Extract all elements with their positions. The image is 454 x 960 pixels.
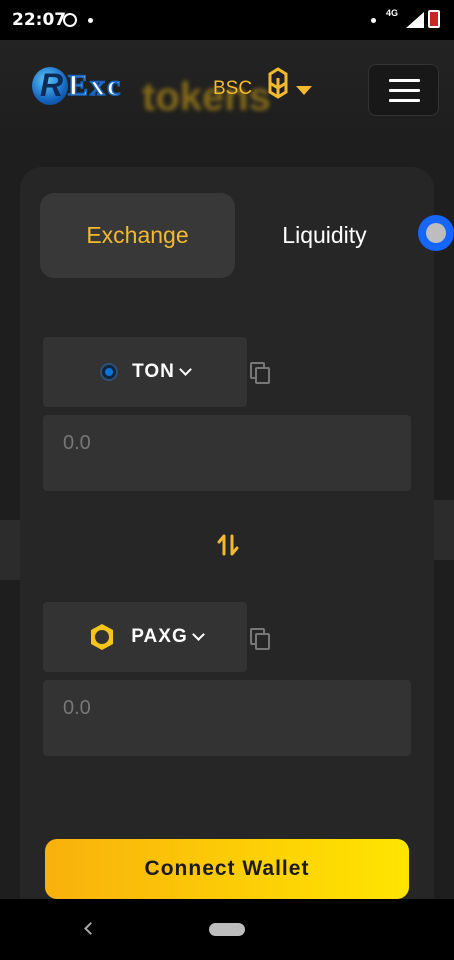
signal-icon: [406, 12, 424, 28]
network-type-label: 4G: [386, 8, 399, 18]
hamburger-line: [389, 79, 420, 82]
status-bar: 22:07 4G: [0, 0, 454, 40]
bnb-icon[interactable]: [261, 66, 295, 100]
hamburger-line: [389, 99, 420, 102]
from-amount-input[interactable]: [43, 415, 411, 491]
connect-wallet-button[interactable]: Connect Wallet: [45, 839, 409, 899]
edge-decoration: [0, 520, 20, 580]
ton-icon: [100, 363, 119, 381]
swap-arrows-icon[interactable]: [216, 532, 240, 558]
logo-r-glyph: R: [40, 67, 64, 103]
chevron-down-icon: [191, 628, 205, 641]
swap-card: Exchange Liquidity TON PAXG: [20, 167, 434, 907]
to-token-symbol: PAXG: [131, 626, 188, 647]
hamburger-line: [389, 89, 420, 92]
floating-toggle-icon[interactable]: [418, 215, 454, 251]
network-dropdown-caret-icon[interactable]: [296, 86, 312, 95]
logo-text: Exc: [67, 68, 123, 103]
system-nav-bar: [0, 899, 454, 960]
app-header: tokens R Exc BSC: [0, 40, 454, 140]
to-token-select[interactable]: PAXG: [43, 602, 247, 672]
back-icon[interactable]: [84, 922, 97, 935]
paxg-icon: [91, 624, 114, 650]
to-amount-input[interactable]: [43, 680, 411, 756]
copy-icon[interactable]: [250, 628, 270, 650]
menu-button[interactable]: [368, 64, 439, 116]
status-time: 22:07: [12, 10, 67, 30]
edge-decoration: [434, 500, 454, 560]
tab-exchange[interactable]: Exchange: [40, 193, 235, 278]
notification-dot-icon: [88, 18, 93, 23]
copy-icon[interactable]: [250, 362, 270, 384]
status-dot-icon: [371, 18, 376, 23]
from-token-select[interactable]: TON: [43, 337, 247, 407]
network-label[interactable]: BSC: [213, 78, 252, 100]
battery-low-icon: [428, 10, 440, 28]
from-token-symbol: TON: [132, 361, 175, 382]
home-pill-icon[interactable]: [209, 923, 245, 936]
sync-ring-icon: [63, 13, 77, 27]
tab-liquidity[interactable]: Liquidity: [227, 193, 422, 278]
chevron-down-icon: [179, 363, 192, 376]
